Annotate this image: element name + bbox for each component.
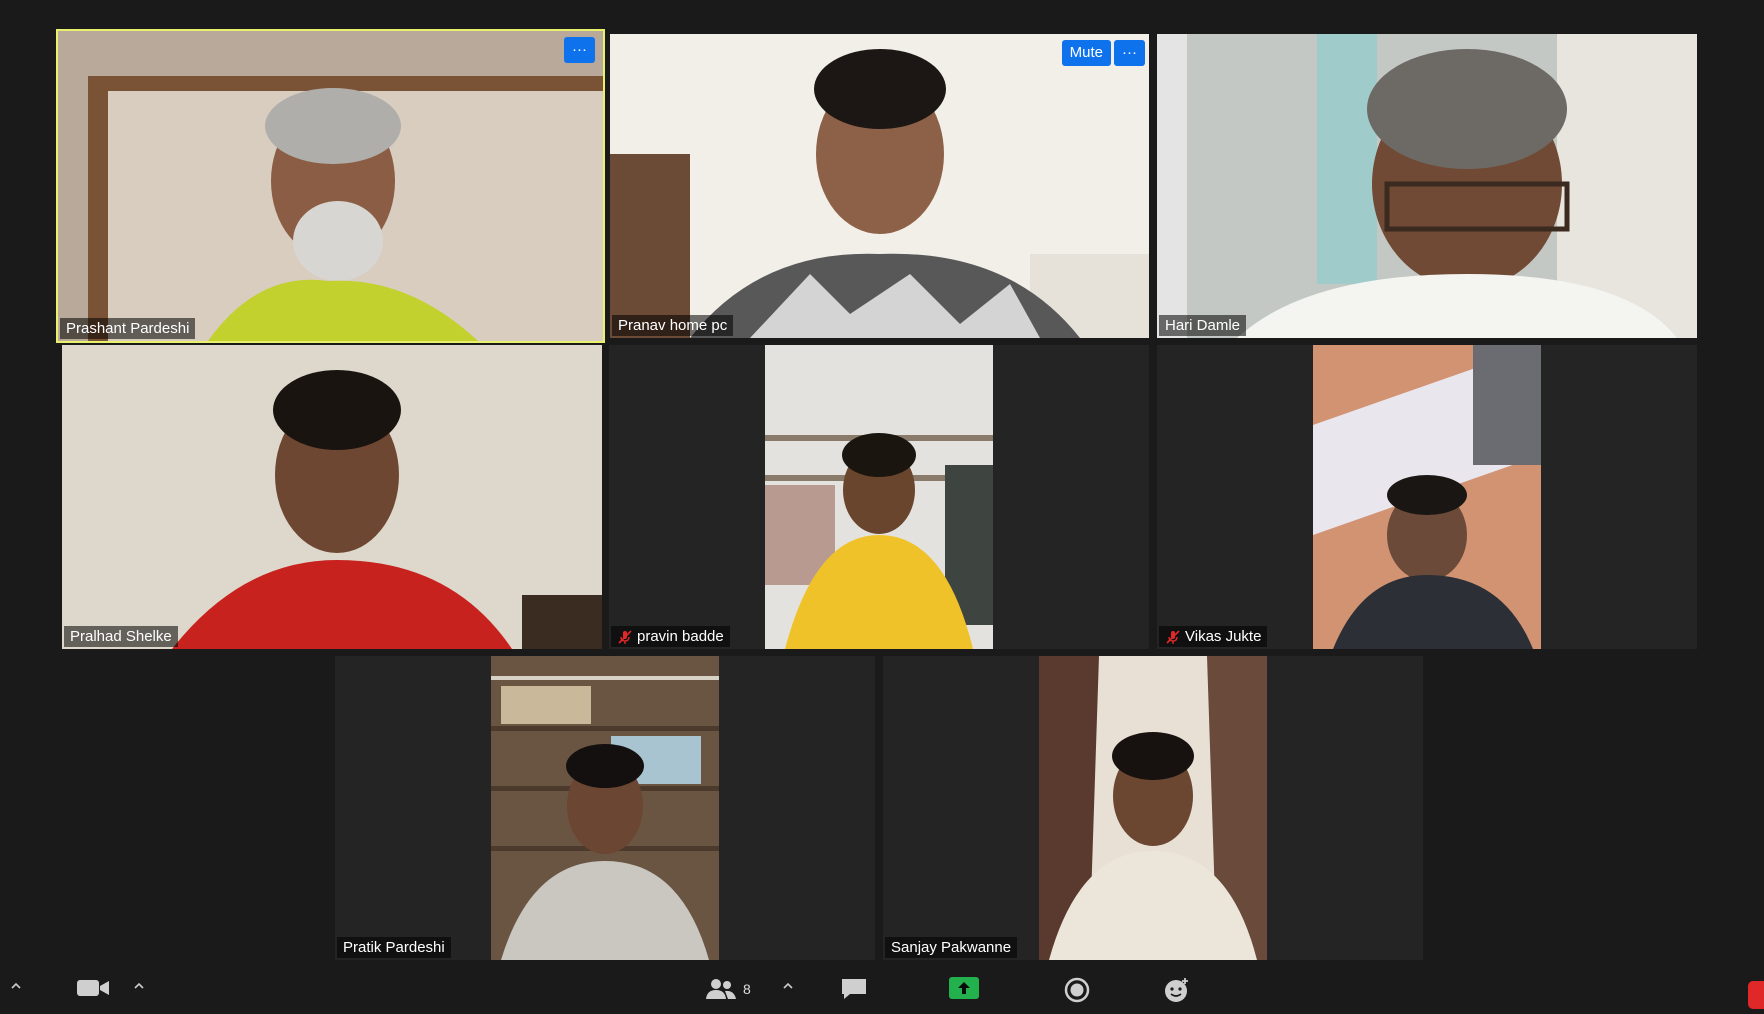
participant-name: Prashant Pardeshi	[66, 320, 190, 337]
end-meeting-button[interactable]	[1748, 981, 1764, 1014]
participant-name-tag: pravin badde	[611, 626, 730, 647]
participants-count: 8	[743, 981, 751, 997]
participant-video	[58, 31, 603, 341]
participant-video	[1039, 656, 1267, 960]
participant-video	[1157, 34, 1697, 338]
participant-name: Pranav home pc	[618, 317, 728, 334]
mute-participant-button[interactable]: Mute	[1061, 40, 1111, 66]
video-tile-pravin-badde[interactable]: pravin badde	[609, 345, 1149, 649]
participant-name: pravin badde	[637, 628, 724, 645]
video-tile-hari-damle[interactable]: Hari Damle	[1157, 34, 1697, 338]
chat-icon[interactable]	[840, 977, 868, 1006]
participant-name: Pralhad Shelke	[70, 628, 172, 645]
participant-name-tag: Vikas Jukte	[1159, 626, 1268, 647]
participant-name: Sanjay Pakwanne	[891, 939, 1012, 956]
record-icon[interactable]	[1064, 977, 1090, 1008]
video-tile-pratik-pardeshi[interactable]: Pratik Pardeshi	[335, 656, 875, 960]
participant-video	[610, 34, 1149, 338]
video-tile-sanjay-pakwanne[interactable]: Sanjay Pakwanne	[883, 656, 1423, 960]
participant-name-tag: Pralhad Shelke	[64, 626, 178, 647]
participant-name: Pratik Pardeshi	[343, 939, 445, 956]
participant-name-tag: Pratik Pardeshi	[337, 937, 451, 958]
participants-chevron-icon[interactable]	[782, 979, 794, 997]
participant-name-tag: Pranav home pc	[612, 315, 734, 336]
participant-name: Hari Damle	[1165, 317, 1241, 334]
more-options-button[interactable]: ···	[564, 37, 595, 63]
participant-name-tag: Sanjay Pakwanne	[885, 937, 1018, 958]
video-tile-vikas-jukte[interactable]: Vikas Jukte	[1157, 345, 1697, 649]
video-tile-prashant-pardeshi[interactable]: ··· Prashant Pardeshi	[56, 29, 605, 343]
participant-video	[1313, 345, 1541, 649]
video-tile-pranav-home-pc[interactable]: Mute ··· Pranav home pc	[610, 34, 1149, 338]
participant-name-tag: Prashant Pardeshi	[60, 318, 196, 339]
reactions-icon[interactable]	[1163, 977, 1191, 1008]
meeting-toolbar: 8	[0, 969, 1764, 1009]
more-options-button[interactable]: ···	[1114, 40, 1145, 66]
participant-video	[765, 345, 993, 649]
participant-video	[62, 345, 602, 649]
video-tile-pralhad-shelke[interactable]: Pralhad Shelke	[62, 345, 602, 649]
chevron-up-icon[interactable]	[10, 979, 22, 997]
participant-video	[491, 656, 719, 960]
participant-name: Vikas Jukte	[1185, 628, 1262, 645]
participant-name-tag: Hari Damle	[1159, 315, 1247, 336]
video-camera-icon[interactable]	[76, 977, 110, 1004]
video-settings-chevron-icon[interactable]	[133, 979, 145, 997]
participants-icon[interactable]	[705, 977, 737, 1006]
muted-microphone-icon	[617, 629, 633, 645]
share-screen-icon[interactable]	[949, 977, 979, 1004]
muted-microphone-icon	[1165, 629, 1181, 645]
